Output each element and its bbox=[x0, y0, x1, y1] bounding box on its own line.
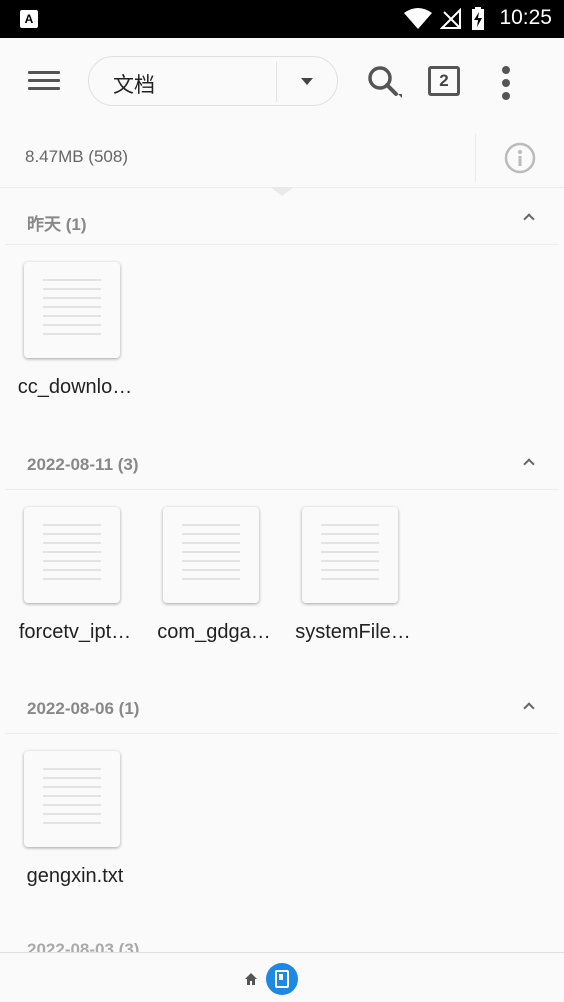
chevron-up-icon[interactable] bbox=[523, 458, 535, 470]
file-name: forcetv_ipt… bbox=[18, 621, 132, 643]
text-file-icon bbox=[302, 507, 398, 603]
file-tile[interactable]: forcetv_ipt… bbox=[12, 507, 138, 667]
status-bar: A 10:25 bbox=[0, 0, 564, 38]
search-icon[interactable] bbox=[364, 62, 404, 107]
document-icon[interactable] bbox=[266, 963, 298, 995]
group-title: 昨天 (1) bbox=[27, 215, 87, 234]
app-notification-icon: A bbox=[20, 10, 38, 28]
clock: 10:25 bbox=[499, 6, 552, 29]
battery-charging-icon bbox=[472, 7, 484, 30]
no-signal-icon bbox=[440, 8, 461, 29]
toolbar: 文档 2 bbox=[0, 38, 564, 128]
file-name: gengxin.txt bbox=[26, 865, 124, 887]
text-file-icon bbox=[163, 507, 259, 603]
file-name: com_gdga… bbox=[157, 621, 271, 643]
file-tile[interactable]: com_gdga… bbox=[151, 507, 277, 667]
group-header[interactable]: 昨天 (1) bbox=[5, 190, 559, 245]
group-header[interactable]: 2022-08-11 (3) bbox=[5, 435, 559, 490]
info-icon[interactable] bbox=[504, 142, 536, 179]
file-tile[interactable]: gengxin.txt bbox=[12, 751, 138, 911]
file-name: systemFile… bbox=[295, 621, 411, 643]
location-label: 文档 bbox=[113, 74, 155, 97]
home-icon[interactable] bbox=[244, 972, 258, 991]
dropdown-caret-icon[interactable] bbox=[301, 78, 313, 85]
file-name: cc_downlo… bbox=[17, 376, 133, 398]
storage-summary: 8.47MB (508) bbox=[0, 128, 564, 188]
group-title: 2022-08-06 (1) bbox=[27, 699, 140, 718]
file-tile[interactable]: cc_downlo… bbox=[12, 262, 138, 422]
location-selector[interactable]: 文档 bbox=[88, 56, 338, 106]
text-file-icon bbox=[24, 507, 120, 603]
chevron-up-icon[interactable] bbox=[523, 702, 535, 714]
more-vert-icon[interactable] bbox=[502, 66, 510, 105]
storage-size-text: 8.47MB (508) bbox=[25, 147, 128, 166]
group-title: 2022-08-11 (3) bbox=[27, 455, 139, 474]
bottom-bar bbox=[0, 952, 564, 1002]
tabs-icon[interactable]: 2 bbox=[428, 66, 460, 96]
file-tile[interactable]: systemFile… bbox=[290, 507, 416, 667]
group-header[interactable]: 2022-08-06 (1) bbox=[5, 679, 559, 734]
chevron-up-icon[interactable] bbox=[523, 213, 535, 225]
wifi-icon bbox=[404, 8, 432, 29]
divider bbox=[276, 62, 277, 102]
divider bbox=[475, 134, 476, 182]
text-file-icon bbox=[24, 751, 120, 847]
text-file-icon bbox=[24, 262, 120, 358]
menu-icon[interactable] bbox=[22, 64, 66, 98]
